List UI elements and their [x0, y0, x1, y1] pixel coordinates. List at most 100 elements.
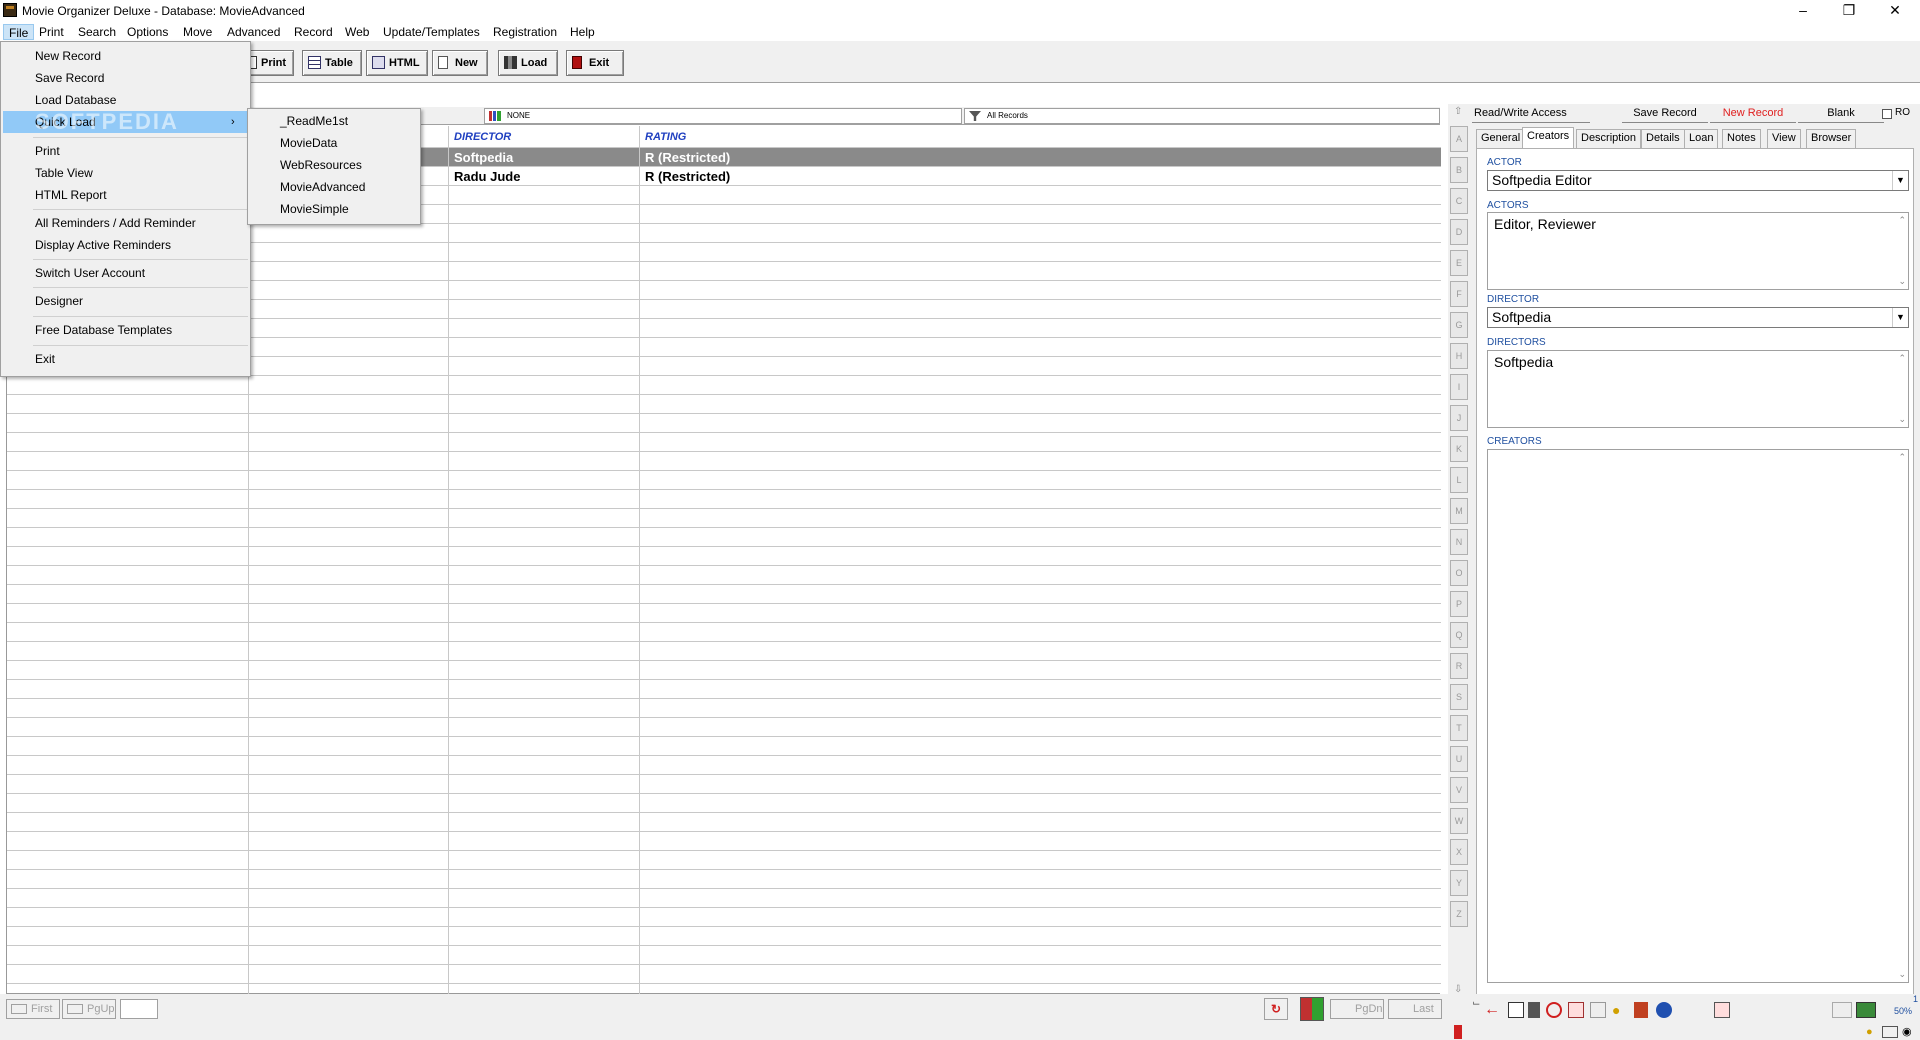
letter-x-button[interactable]: X	[1450, 839, 1468, 865]
director-combo[interactable]: Softpedia ▼	[1487, 307, 1909, 328]
copy-record-icon[interactable]	[1590, 1002, 1606, 1018]
menu-item-designer[interactable]: Designer	[3, 290, 248, 312]
letter-h-button[interactable]: H	[1450, 343, 1468, 369]
menu-web[interactable]: Web	[340, 24, 374, 40]
chevron-down-icon[interactable]: ▼	[1892, 171, 1908, 190]
menu-item-active-reminders[interactable]: Display Active Reminders	[3, 234, 248, 256]
submenu-item-readme[interactable]: _ReadMe1st	[250, 110, 418, 132]
tab-details[interactable]: Details	[1641, 129, 1685, 148]
menu-search[interactable]: Search	[73, 24, 121, 40]
tab-view[interactable]: View	[1767, 129, 1801, 148]
letter-d-button[interactable]: D	[1450, 219, 1468, 245]
letter-y-button[interactable]: Y	[1450, 870, 1468, 896]
sort-selector[interactable]: NONE	[484, 108, 962, 124]
letter-p-button[interactable]: P	[1450, 591, 1468, 617]
delete-record-icon[interactable]	[1568, 1002, 1584, 1018]
tab-general[interactable]: General	[1476, 129, 1526, 148]
menu-item-reminders[interactable]: All Reminders / Add Reminder	[3, 212, 248, 234]
letter-v-button[interactable]: V	[1450, 777, 1468, 803]
letter-t-button[interactable]: T	[1450, 715, 1468, 741]
row-1-rating[interactable]: R (Restricted)	[641, 148, 730, 167]
menu-item-new-record[interactable]: New Record	[3, 45, 248, 67]
import-icon[interactable]	[1634, 1002, 1648, 1018]
restore-button[interactable]: ❐	[1826, 0, 1872, 22]
letter-u-button[interactable]: U	[1450, 746, 1468, 772]
menu-file[interactable]: File	[3, 24, 35, 40]
tab-creators[interactable]: Creators	[1522, 127, 1575, 148]
letter-f-button[interactable]: F	[1450, 281, 1468, 307]
menu-item-print[interactable]: Print	[3, 140, 248, 162]
trash-icon[interactable]	[1528, 1002, 1540, 1018]
menu-advanced[interactable]: Advanced	[222, 24, 285, 40]
scroll-down-icon[interactable]: ⌄	[1898, 414, 1906, 425]
menu-item-switch-user[interactable]: Switch User Account	[3, 262, 248, 284]
page-up-button[interactable]: PgUp	[62, 999, 116, 1019]
creators-field[interactable]: ⌃ ⌄	[1487, 449, 1909, 983]
scroll-down-icon[interactable]: ⌄	[1898, 276, 1906, 287]
menu-registration[interactable]: Registration	[488, 24, 562, 40]
letter-n-button[interactable]: N	[1450, 529, 1468, 555]
report-icon[interactable]	[1714, 1002, 1730, 1018]
menu-item-html-report[interactable]: HTML Report	[3, 184, 248, 206]
tab-notes[interactable]: Notes	[1722, 129, 1761, 148]
letter-k-button[interactable]: K	[1450, 436, 1468, 462]
lock-icon[interactable]: ◉	[1902, 1025, 1912, 1038]
submenu-item-moviesimple[interactable]: MovieSimple	[250, 198, 418, 220]
actors-field[interactable]: Editor, Reviewer ⌃ ⌄	[1487, 212, 1909, 290]
column-header-rating[interactable]: RATING	[641, 128, 686, 146]
letter-i-button[interactable]: I	[1450, 374, 1468, 400]
records-filter[interactable]: All Records	[964, 108, 1440, 124]
row-2-director[interactable]: Radu Jude	[450, 167, 520, 186]
close-button[interactable]: ✕	[1872, 0, 1918, 22]
menu-item-save-record[interactable]: Save Record	[3, 67, 248, 89]
printer-icon[interactable]	[1508, 1002, 1524, 1018]
scroll-down-icon[interactable]: ⇩	[1454, 984, 1462, 995]
letter-a-button[interactable]: A	[1450, 126, 1468, 152]
letter-e-button[interactable]: E	[1450, 250, 1468, 276]
scroll-down-icon[interactable]: ⌄	[1898, 969, 1906, 980]
row-2-rating[interactable]: R (Restricted)	[641, 167, 730, 186]
menu-print[interactable]: Print	[34, 24, 69, 40]
new-button[interactable]: New	[432, 50, 488, 76]
actor-combo[interactable]: Softpedia Editor ▼	[1487, 170, 1909, 191]
read-only-checkbox[interactable]	[1882, 109, 1892, 119]
directors-field[interactable]: Softpedia ⌃ ⌄	[1487, 350, 1909, 428]
page-down-button[interactable]: PgDn	[1330, 999, 1384, 1019]
letter-w-button[interactable]: W	[1450, 808, 1468, 834]
record-number-input[interactable]	[120, 999, 158, 1019]
blank-button[interactable]: Blank	[1798, 106, 1884, 123]
letter-l-button[interactable]: L	[1450, 467, 1468, 493]
menu-item-table-view[interactable]: Table View	[3, 162, 248, 184]
color-grid-icon[interactable]	[1300, 997, 1324, 1021]
scroll-up-icon[interactable]: ⇧	[1454, 106, 1462, 117]
refresh-icon[interactable]	[1546, 1002, 1562, 1018]
alert-icon[interactable]	[1454, 1025, 1462, 1039]
menu-item-exit[interactable]: Exit	[3, 348, 248, 370]
hand-right-icon[interactable]	[1856, 1002, 1876, 1018]
letter-m-button[interactable]: M	[1450, 498, 1468, 524]
letter-g-button[interactable]: G	[1450, 312, 1468, 338]
lightbulb-icon[interactable]: ●	[1866, 1026, 1873, 1038]
globe-icon[interactable]	[1656, 1002, 1672, 1018]
letter-r-button[interactable]: R	[1450, 653, 1468, 679]
menu-item-load-database[interactable]: Load Database	[3, 89, 248, 111]
letter-o-button[interactable]: O	[1450, 560, 1468, 586]
menu-item-free-templates[interactable]: Free Database Templates	[3, 319, 248, 341]
new-record-button[interactable]: New Record	[1710, 106, 1796, 123]
menu-move[interactable]: Move	[178, 24, 217, 40]
letter-c-button[interactable]: C	[1450, 188, 1468, 214]
last-button[interactable]: Last	[1388, 999, 1442, 1019]
refresh-icon[interactable]: ↻	[1264, 998, 1288, 1020]
letter-q-button[interactable]: Q	[1450, 622, 1468, 648]
exit-button[interactable]: Exit	[566, 50, 624, 76]
load-button[interactable]: Load	[498, 50, 558, 76]
submenu-item-movieadvanced[interactable]: MovieAdvanced	[250, 176, 418, 198]
menu-update-templates[interactable]: Update/Templates	[378, 24, 485, 40]
chevron-down-icon[interactable]: ▼	[1892, 308, 1908, 327]
scroll-up-icon[interactable]: ⌃	[1898, 353, 1906, 364]
save-record-button[interactable]: Save Record	[1622, 106, 1708, 123]
tab-browser[interactable]: Browser	[1806, 129, 1857, 148]
database-icon[interactable]	[1882, 1026, 1898, 1038]
row-1-director[interactable]: Softpedia	[450, 148, 513, 167]
menu-options[interactable]: Options	[122, 24, 173, 40]
